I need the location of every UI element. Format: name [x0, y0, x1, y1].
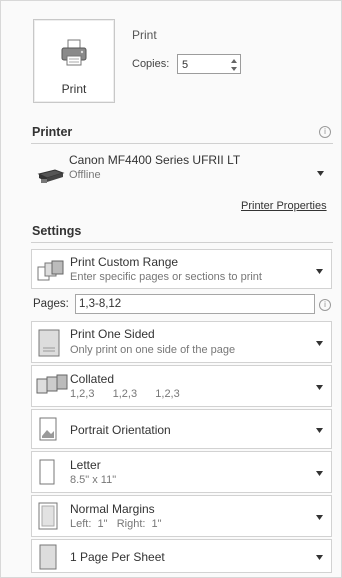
- pages-per-sheet-main: 1 Page Per Sheet: [70, 550, 165, 564]
- print-button-label: Print: [61, 82, 87, 96]
- copies-input[interactable]: 5: [177, 54, 241, 74]
- printer-section-divider: [31, 143, 333, 144]
- settings-section-title: Settings: [32, 224, 82, 238]
- collation-main: Collated: [70, 372, 115, 386]
- chevron-down-icon: [316, 471, 323, 476]
- print-button[interactable]: Print: [33, 19, 115, 103]
- print-range-sub: Enter specific pages or sections to prin…: [70, 271, 262, 283]
- one-sided-icon: [38, 329, 60, 357]
- portrait-orientation-icon: [39, 417, 57, 441]
- printer-properties-link[interactable]: Printer Properties: [241, 200, 327, 212]
- paper-size-sub: 8.5" x 11": [70, 474, 117, 486]
- sides-dropdown[interactable]: Print One Sided Only print on one side o…: [31, 321, 332, 363]
- pages-per-sheet-icon: [39, 544, 57, 570]
- collation-sub: 1,2,3 1,2,3 1,2,3: [70, 388, 180, 400]
- copies-spinner[interactable]: [230, 57, 238, 73]
- print-backstage-panel: Print Print Copies: 5 Printer i Canon MF…: [0, 0, 342, 578]
- page-range-icon: [37, 260, 64, 281]
- pages-input[interactable]: 1,3-8,12: [75, 294, 315, 314]
- paper-size-main: Letter: [70, 458, 101, 472]
- margins-dropdown[interactable]: Normal Margins Left: 1" Right: 1": [31, 495, 332, 537]
- margins-sub: Left: 1" Right: 1": [70, 518, 162, 530]
- printer-dropdown[interactable]: Canon MF4400 Series UFRII LT Offline: [31, 150, 332, 195]
- print-range-dropdown[interactable]: Print Custom Range Enter specific pages …: [31, 249, 332, 289]
- chevron-down-icon: [316, 555, 323, 560]
- sides-sub: Only print on one side of the page: [70, 344, 236, 356]
- collation-dropdown[interactable]: Collated 1,2,3 1,2,3 1,2,3: [31, 365, 332, 407]
- spinner-arrows-icon: [231, 59, 237, 71]
- chevron-down-icon: [316, 515, 323, 520]
- info-icon[interactable]: i: [319, 126, 331, 138]
- printer-section-title: Printer: [32, 125, 73, 139]
- settings-section-divider: [31, 242, 333, 243]
- printer-name: Canon MF4400 Series UFRII LT: [69, 153, 241, 167]
- pages-label: Pages:: [33, 298, 69, 310]
- paper-size-icon: [39, 459, 55, 485]
- orientation-dropdown[interactable]: Portrait Orientation: [31, 409, 332, 449]
- chevron-down-icon: [316, 341, 323, 346]
- chevron-down-icon: [316, 269, 323, 274]
- chevron-down-icon: [317, 171, 324, 176]
- info-icon[interactable]: i: [319, 299, 331, 311]
- margins-icon: [38, 502, 58, 530]
- collated-icon: [36, 374, 68, 394]
- print-title: Print: [132, 28, 157, 42]
- orientation-main: Portrait Orientation: [70, 423, 171, 437]
- paper-size-dropdown[interactable]: Letter 8.5" x 11": [31, 451, 332, 493]
- printer-icon: [61, 39, 87, 66]
- printer-status: Offline: [69, 169, 101, 181]
- pages-per-sheet-dropdown[interactable]: 1 Page Per Sheet: [31, 539, 332, 573]
- copies-value: 5: [182, 59, 189, 71]
- copies-label: Copies:: [132, 58, 170, 70]
- chevron-down-icon: [316, 428, 323, 433]
- print-range-main: Print Custom Range: [70, 255, 179, 269]
- margins-main: Normal Margins: [70, 502, 155, 516]
- sides-main: Print One Sided: [70, 327, 155, 341]
- printer-icon: [37, 169, 65, 183]
- chevron-down-icon: [316, 385, 323, 390]
